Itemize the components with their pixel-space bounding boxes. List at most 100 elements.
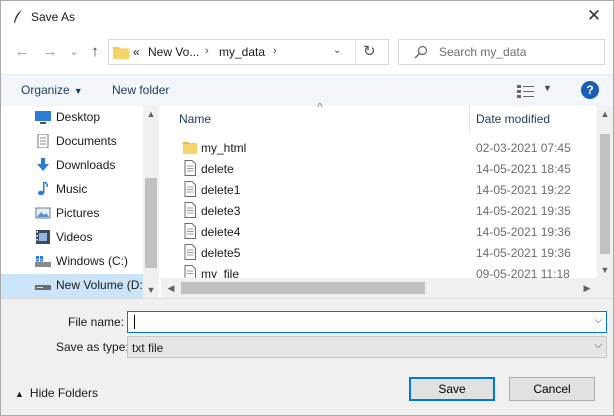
- chevron-down-icon[interactable]: ⌵: [594, 340, 602, 351]
- documents-icon: [37, 134, 49, 148]
- refresh-button[interactable]: ↻: [363, 42, 376, 60]
- scroll-left-arrow-icon[interactable]: ◀: [163, 280, 179, 296]
- folder-icon: [183, 142, 197, 154]
- search-box[interactable]: Search my_data: [398, 39, 605, 65]
- file-name: delete1: [201, 183, 241, 197]
- text-cursor: [134, 315, 135, 329]
- title-bar: Save As ✕: [1, 1, 613, 33]
- text-file-icon: [184, 181, 196, 197]
- caret-down-icon: ▼: [543, 83, 552, 93]
- scroll-down-arrow-icon[interactable]: ▼: [143, 282, 159, 298]
- navigation-scrollbar[interactable]: ▲ ▼: [143, 106, 159, 298]
- file-row[interactable]: my_html 02-03-2021 07:45: [161, 137, 597, 158]
- sidebar-item-new-volume-d[interactable]: New Volume (D:: [1, 274, 145, 298]
- hide-folders-button[interactable]: ▲ Hide Folders: [15, 386, 98, 400]
- navigation-bar: ← → ⌄ ↑ « New Vo... › my_data › ⌄ ↻ Sear…: [1, 33, 613, 73]
- sort-ascending-icon: ^: [317, 100, 323, 114]
- scrollbar-thumb[interactable]: [181, 282, 425, 294]
- scrollbar-thumb[interactable]: [600, 134, 610, 254]
- forward-button[interactable]: →: [41, 43, 59, 61]
- sidebar-item-label: Documents: [56, 134, 117, 148]
- scroll-up-arrow-icon[interactable]: ▲: [143, 106, 159, 122]
- file-name: delete3: [201, 204, 241, 218]
- help-button[interactable]: ?: [581, 81, 599, 99]
- file-date: 14-05-2021 19:36: [476, 225, 571, 239]
- pictures-icon: [35, 207, 51, 219]
- save-as-type-value: txt file: [132, 341, 164, 355]
- file-name-label: File name:: [68, 315, 125, 329]
- text-file-icon: [184, 223, 196, 239]
- address-segment-my-data[interactable]: my_data: [219, 45, 265, 59]
- file-name: delete4: [201, 225, 241, 239]
- address-separator[interactable]: ›: [273, 45, 277, 57]
- file-date: 14-05-2021 18:45: [476, 162, 571, 176]
- back-button[interactable]: ←: [13, 43, 31, 61]
- cancel-button[interactable]: Cancel: [509, 377, 595, 401]
- file-date: 14-05-2021 19:22: [476, 183, 571, 197]
- file-row[interactable]: delete1 14-05-2021 19:22: [161, 179, 597, 200]
- view-options-button[interactable]: ▼: [517, 82, 557, 100]
- file-date: 02-03-2021 07:45: [476, 141, 571, 155]
- organize-button[interactable]: Organize ▼: [21, 83, 83, 97]
- sidebar-item-downloads[interactable]: Downloads: [1, 154, 145, 178]
- save-form: File name: ⌵ Save as type: txt file ⌵ ▲ H…: [1, 298, 613, 415]
- sidebar-item-music[interactable]: Music: [1, 178, 145, 202]
- file-name-field[interactable]: ⌵: [127, 311, 607, 333]
- file-name: delete5: [201, 246, 241, 260]
- file-row[interactable]: delete 14-05-2021 18:45: [161, 158, 597, 179]
- save-button[interactable]: Save: [409, 377, 495, 401]
- file-row[interactable]: delete4 14-05-2021 19:36: [161, 221, 597, 242]
- sidebar-item-videos[interactable]: Videos: [1, 226, 145, 250]
- sidebar-item-label: Windows (C:): [56, 254, 129, 268]
- file-row[interactable]: delete3 14-05-2021 19:35: [161, 200, 597, 221]
- navigation-pane: Desktop Documents Downloads Music Pictur…: [1, 106, 159, 298]
- address-dropdown-icon[interactable]: ⌄: [333, 45, 341, 56]
- file-row[interactable]: delete5 14-05-2021 19:36: [161, 242, 597, 263]
- sidebar-item-pictures[interactable]: Pictures: [1, 202, 145, 226]
- chevron-down-icon[interactable]: ⌵: [594, 315, 602, 326]
- organize-label: Organize: [21, 83, 70, 97]
- file-row[interactable]: my_file 09-05-2021 11:18: [161, 263, 597, 278]
- feather-app-icon: [14, 10, 22, 23]
- search-icon: [414, 45, 428, 59]
- text-file-icon: [184, 244, 196, 260]
- search-placeholder: Search my_data: [439, 45, 527, 59]
- downloads-icon: [37, 158, 49, 171]
- scroll-right-arrow-icon[interactable]: ▶: [579, 280, 595, 296]
- address-separator[interactable]: ›: [205, 45, 209, 57]
- close-button[interactable]: ✕: [583, 5, 605, 27]
- sidebar-item-label: Music: [56, 182, 88, 196]
- chevron-up-icon: ▲: [15, 389, 24, 399]
- divider[interactable]: [469, 106, 470, 132]
- scrollbar-corner: [597, 278, 613, 298]
- address-bar[interactable]: « New Vo... › my_data › ⌄ ↻: [108, 39, 389, 65]
- text-file-icon: [184, 202, 196, 218]
- file-name: my_html: [201, 141, 247, 155]
- sidebar-item-label: New Volume (D:: [56, 278, 143, 292]
- sidebar-item-windows-c[interactable]: Windows (C:): [1, 250, 145, 274]
- window-title: Save As: [31, 10, 76, 24]
- file-date: 14-05-2021 19:35: [476, 204, 571, 218]
- save-as-type-select[interactable]: txt file ⌵: [127, 336, 607, 358]
- recent-locations-button[interactable]: ⌄: [65, 43, 83, 61]
- save-as-dialog: Save As ✕ ← → ⌄ ↑ « New Vo... › my_data …: [0, 0, 614, 416]
- column-header-date[interactable]: Date modified: [476, 112, 550, 126]
- sidebar-item-documents[interactable]: Documents: [1, 130, 145, 154]
- up-button[interactable]: ↑: [86, 43, 104, 61]
- music-icon: [38, 182, 48, 196]
- sidebar-item-label: Desktop: [56, 110, 101, 124]
- scroll-up-arrow-icon[interactable]: ▲: [597, 106, 613, 122]
- folder-icon: [113, 47, 129, 59]
- file-name-input[interactable]: [132, 314, 582, 330]
- file-list-vertical-scrollbar[interactable]: ▲ ▼: [597, 106, 613, 278]
- new-folder-button[interactable]: New folder: [112, 83, 169, 97]
- scrollbar-thumb[interactable]: [145, 178, 157, 268]
- address-overflow[interactable]: «: [133, 45, 140, 59]
- file-list-horizontal-scrollbar[interactable]: ◀ ▶: [161, 278, 597, 298]
- caret-down-icon: ▼: [73, 86, 83, 96]
- address-segment-volume[interactable]: New Vo...: [148, 45, 199, 59]
- scroll-down-arrow-icon[interactable]: ▼: [597, 262, 613, 278]
- sidebar-item-desktop[interactable]: Desktop: [1, 106, 145, 130]
- column-header-name[interactable]: Name: [179, 112, 211, 126]
- videos-icon: [36, 230, 50, 244]
